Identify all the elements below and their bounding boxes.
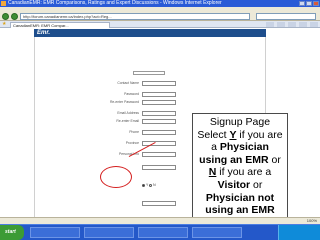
field-label: Phone [129,130,139,134]
emr-user-radio-group: Y N [142,183,156,187]
contact-name-input[interactable] [142,81,176,86]
profession-input[interactable] [142,165,176,170]
taskbar: start [0,224,320,240]
field-label: Province [125,141,139,145]
email-input[interactable] [142,111,176,116]
captcha-input[interactable] [142,201,176,206]
radio-yes[interactable] [142,183,145,187]
callout-line: using an EMR or [199,153,281,166]
annotation-circle [100,166,132,188]
site-banner [34,29,266,37]
close-button[interactable] [313,1,319,6]
signup-callout: Signup Page Select Y if you are a Physic… [192,113,288,220]
minimize-button[interactable] [299,1,305,6]
phone-input[interactable] [142,130,176,135]
field-label: Password [124,92,139,96]
taskbar-item[interactable] [192,227,242,238]
taskbar-item[interactable] [84,227,134,238]
callout-line: N if you are a [208,166,272,179]
tabs-bar: ★ CanadianEMR: EMR Compar... [0,21,320,28]
callout-line: Signup Page [209,116,271,128]
callout-line: a Physician [211,141,269,154]
site-logo: Emr. [37,30,51,36]
command-bar [266,22,318,27]
field-label: Re-enter Email [116,119,139,123]
maximize-button[interactable] [306,1,312,6]
start-button[interactable]: start [0,225,24,240]
address-input[interactable]: http://forum.canadianemr.ca/index.php?ac… [20,13,250,20]
taskbar-item[interactable] [138,227,188,238]
system-tray [278,225,320,240]
form-row: Contact Name [75,81,275,87]
page-menu-icon[interactable] [299,22,307,27]
field-label: Contact Name [117,81,139,85]
display-name-input[interactable] [133,71,165,75]
forward-arrow-icon[interactable] [11,13,18,20]
callout-line: Visitor or [217,178,263,191]
tools-menu-icon[interactable] [310,22,318,27]
status-bar: 100% [0,217,320,224]
window-controls [299,1,319,6]
radio-no[interactable] [149,183,153,187]
form-row: Password [75,92,275,98]
radio-no-label: N [153,183,156,187]
back-arrow-icon[interactable] [2,13,9,20]
favorites-star-icon[interactable]: ★ [2,22,7,27]
page-area: Emr. Contact Name Password Re-enter Pass… [0,29,320,232]
password-input[interactable] [142,92,176,97]
browser-app-icon [1,1,6,6]
feeds-icon[interactable] [277,22,285,27]
password-confirm-input[interactable] [142,100,176,105]
personal-info-input[interactable] [142,152,176,157]
callout-line: Select Y if you are [197,128,283,141]
home-icon[interactable] [266,22,274,27]
search-input[interactable] [256,13,316,20]
field-label: Re-enter Password [109,100,139,104]
callout-line: using an EMR [205,204,275,217]
field-label: Email Address [117,111,139,115]
address-toolbar: http://forum.canadianemr.ca/index.php?ac… [0,12,320,21]
email-confirm-input[interactable] [142,119,176,124]
tab-active[interactable]: CanadianEMR: EMR Compar... [10,22,110,28]
print-icon[interactable] [288,22,296,27]
window-title-bar: CanadianEMR: EMR Comparisons, Ratings an… [0,0,320,7]
taskbar-item[interactable] [30,227,80,238]
form-row: Re-enter Password [75,100,275,106]
callout-line: Physician not [205,191,275,204]
radio-yes-label: Y [146,183,149,187]
window-title: CanadianEMR: EMR Comparisons, Ratings an… [8,0,222,6]
